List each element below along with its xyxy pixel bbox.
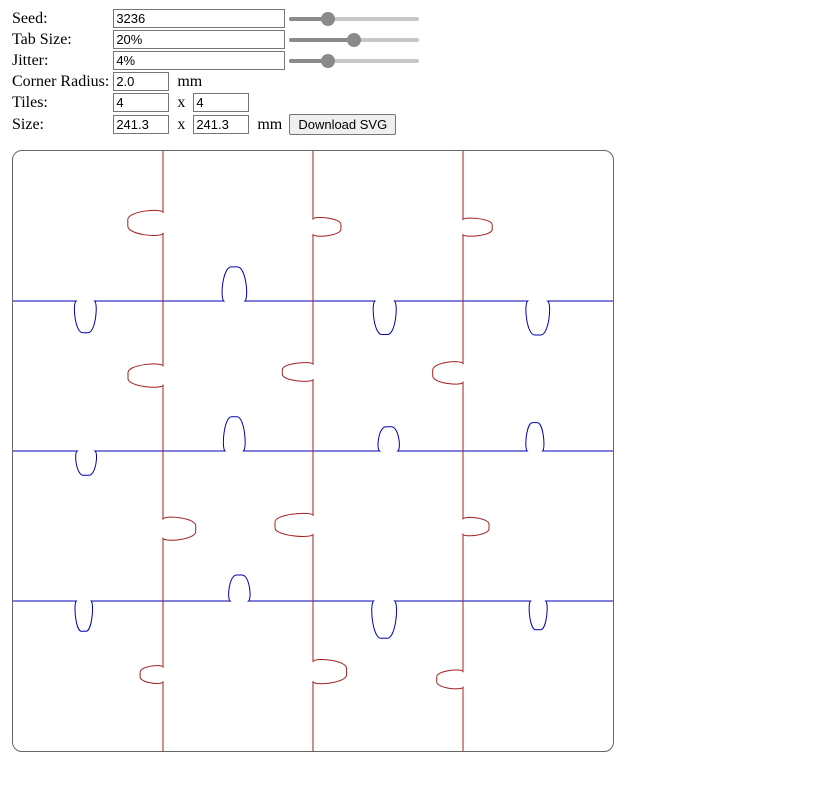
size-sep: x	[173, 116, 189, 133]
tiles-x-input[interactable]	[113, 93, 169, 112]
tiles-sep: x	[173, 94, 189, 111]
seed-label: Seed:	[12, 10, 48, 27]
puzzle-preview	[12, 150, 801, 752]
tiles-y-input[interactable]	[193, 93, 249, 112]
radius-unit: mm	[173, 73, 202, 90]
tabsize-slider[interactable]	[289, 31, 419, 49]
size-unit: mm	[253, 116, 282, 133]
seed-slider[interactable]	[289, 10, 419, 28]
tabsize-label: Tab Size:	[12, 31, 72, 48]
download-svg-button[interactable]: Download SVG	[289, 114, 396, 135]
puzzle-svg	[12, 150, 614, 752]
tiles-label: Tiles:	[12, 94, 48, 111]
size-h-input[interactable]	[193, 115, 249, 134]
controls-table: Seed: Tab Size: Jitter:	[12, 8, 423, 136]
radius-input[interactable]	[113, 72, 169, 91]
size-label: Size:	[12, 116, 44, 133]
jitter-label: Jitter:	[12, 52, 48, 69]
size-w-input[interactable]	[113, 115, 169, 134]
seed-input[interactable]	[113, 9, 285, 28]
jitter-slider[interactable]	[289, 52, 419, 70]
tabsize-input[interactable]	[113, 30, 285, 49]
radius-label: Corner Radius:	[12, 73, 109, 90]
jitter-input[interactable]	[113, 51, 285, 70]
